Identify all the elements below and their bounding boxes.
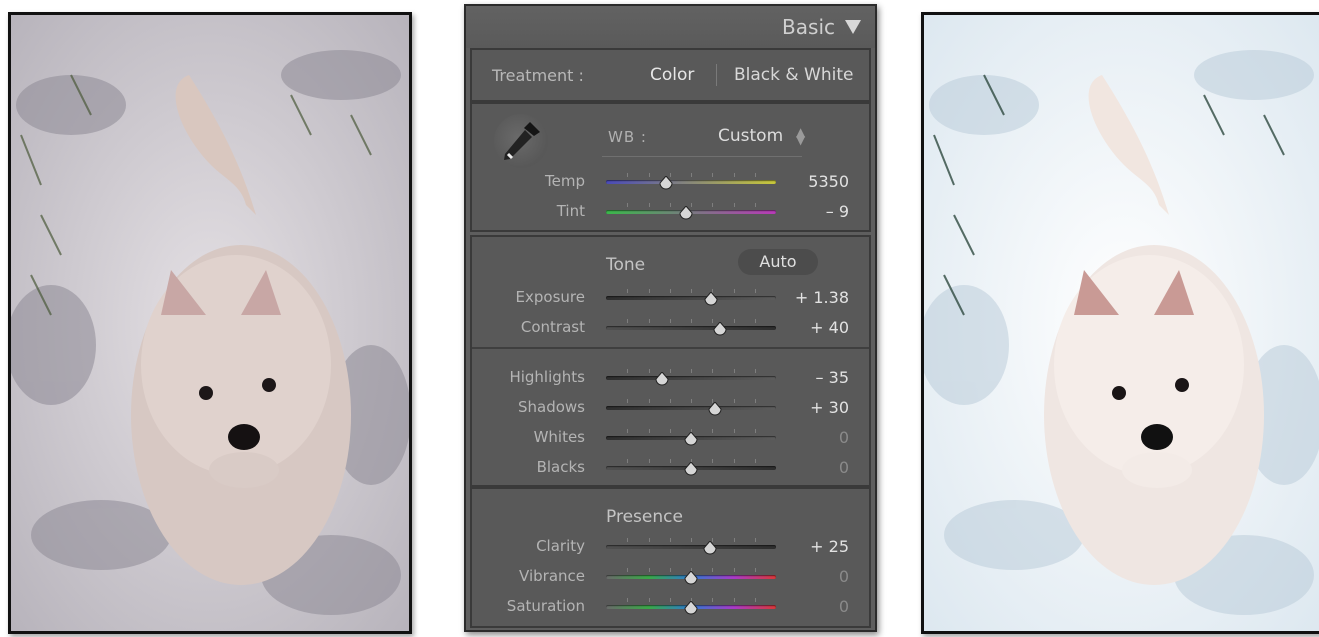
tint-label: Tint [556, 202, 585, 220]
clarity-slider-ticks [606, 538, 776, 543]
vibrance-label: Vibrance [519, 567, 585, 585]
treatment-section: Treatment : Color Black & White [470, 48, 871, 102]
shadows-slider-ticks [606, 399, 776, 404]
clarity-slider-row: Clarity + 25 [472, 536, 869, 558]
up-down-arrows-icon[interactable]: ▲ ▼ [796, 126, 805, 146]
contrast-slider-track[interactable] [606, 326, 776, 330]
basic-panel: Basic Treatment : Color Black & White WB… [464, 4, 877, 632]
blacks-value[interactable]: 0 [839, 458, 849, 477]
contrast-slider-row: Contrast + 40 [472, 317, 869, 339]
whites-slider-thumb[interactable] [684, 431, 698, 446]
after-photo [921, 12, 1319, 634]
temp-label: Temp [545, 172, 585, 190]
saturation-label: Saturation [506, 597, 585, 615]
dog-in-snow-after-image [924, 15, 1319, 631]
contrast-slider-thumb[interactable] [713, 321, 727, 336]
exposure-slider-row: Exposure + 1.38 [472, 287, 869, 309]
white-balance-section: WB : Custom ▲ ▼ Temp 5350 Tint – 9 [470, 102, 871, 232]
wb-preset-dropdown[interactable]: Custom [718, 126, 783, 146]
saturation-slider-thumb[interactable] [684, 600, 698, 615]
exposure-label: Exposure [515, 288, 585, 306]
highlights-slider-ticks [606, 369, 776, 374]
tone-section: Tone Auto Exposure + 1.38 Contrast + 40 High… [470, 235, 871, 487]
shadows-slider-thumb[interactable] [708, 401, 722, 416]
wb-label: WB : [608, 128, 647, 146]
exposure-slider-ticks [606, 289, 776, 294]
before-photo [8, 12, 412, 634]
presence-label: Presence [606, 507, 683, 527]
blacks-slider-row: Blacks 0 [472, 457, 869, 479]
shadows-value[interactable]: + 30 [810, 398, 849, 417]
saturation-value[interactable]: 0 [839, 597, 849, 616]
dog-in-snow-before-image [11, 15, 409, 631]
clarity-label: Clarity [536, 537, 585, 555]
shadows-slider-track[interactable] [606, 406, 776, 410]
treatment-label: Treatment : [492, 66, 584, 85]
exposure-value[interactable]: + 1.38 [795, 288, 849, 307]
exposure-slider-thumb[interactable] [704, 291, 718, 306]
shadows-slider-row: Shadows + 30 [472, 397, 869, 419]
panel-title: Basic [782, 15, 835, 39]
clarity-slider-thumb[interactable] [703, 540, 717, 555]
tint-slider-thumb[interactable] [679, 205, 693, 220]
blacks-slider-thumb[interactable] [684, 461, 698, 476]
white-balance-selector-button[interactable] [494, 114, 548, 168]
treatment-separator [716, 64, 717, 86]
eyedropper-icon [504, 122, 540, 160]
clarity-slider-track[interactable] [606, 545, 776, 549]
tint-value[interactable]: – 9 [826, 202, 849, 221]
saturation-slider-row: Saturation 0 [472, 596, 869, 618]
vibrance-slider-row: Vibrance 0 [472, 566, 869, 588]
tone-divider [472, 347, 869, 349]
temp-slider-thumb[interactable] [658, 175, 673, 190]
temp-slider-row: Temp 5350 [472, 171, 869, 193]
whites-slider-row: Whites 0 [472, 427, 869, 449]
treatment-black-white-option[interactable]: Black & White [734, 65, 854, 85]
contrast-value[interactable]: + 40 [810, 318, 849, 337]
contrast-slider-ticks [606, 319, 776, 324]
clarity-value[interactable]: + 25 [810, 537, 849, 556]
shadows-label: Shadows [517, 398, 585, 416]
temp-slider-track[interactable] [606, 180, 776, 184]
exposure-slider-track[interactable] [606, 296, 776, 300]
blacks-label: Blacks [536, 458, 585, 476]
highlights-slider-track[interactable] [606, 376, 776, 380]
highlights-slider-thumb[interactable] [655, 371, 669, 386]
whites-label: Whites [533, 428, 585, 446]
auto-tone-button[interactable]: Auto [738, 249, 818, 275]
vibrance-slider-thumb[interactable] [684, 570, 698, 585]
wb-underline [602, 156, 802, 157]
tint-slider-row: Tint – 9 [472, 201, 869, 223]
treatment-color-option[interactable]: Color [650, 65, 694, 85]
highlights-label: Highlights [509, 368, 585, 386]
panel-header[interactable]: Basic [466, 6, 875, 48]
whites-value[interactable]: 0 [839, 428, 849, 447]
collapse-triangle-icon[interactable] [845, 20, 861, 34]
contrast-label: Contrast [520, 318, 585, 336]
tone-label: Tone [606, 255, 646, 275]
temp-slider-ticks [606, 173, 776, 178]
temp-value[interactable]: 5350 [808, 172, 849, 191]
presence-section: Presence Clarity + 25 Vibrance 0 Saturation 0 [470, 487, 871, 628]
highlights-slider-row: Highlights – 35 [472, 367, 869, 389]
highlights-value[interactable]: – 35 [816, 368, 849, 387]
vibrance-value[interactable]: 0 [839, 567, 849, 586]
